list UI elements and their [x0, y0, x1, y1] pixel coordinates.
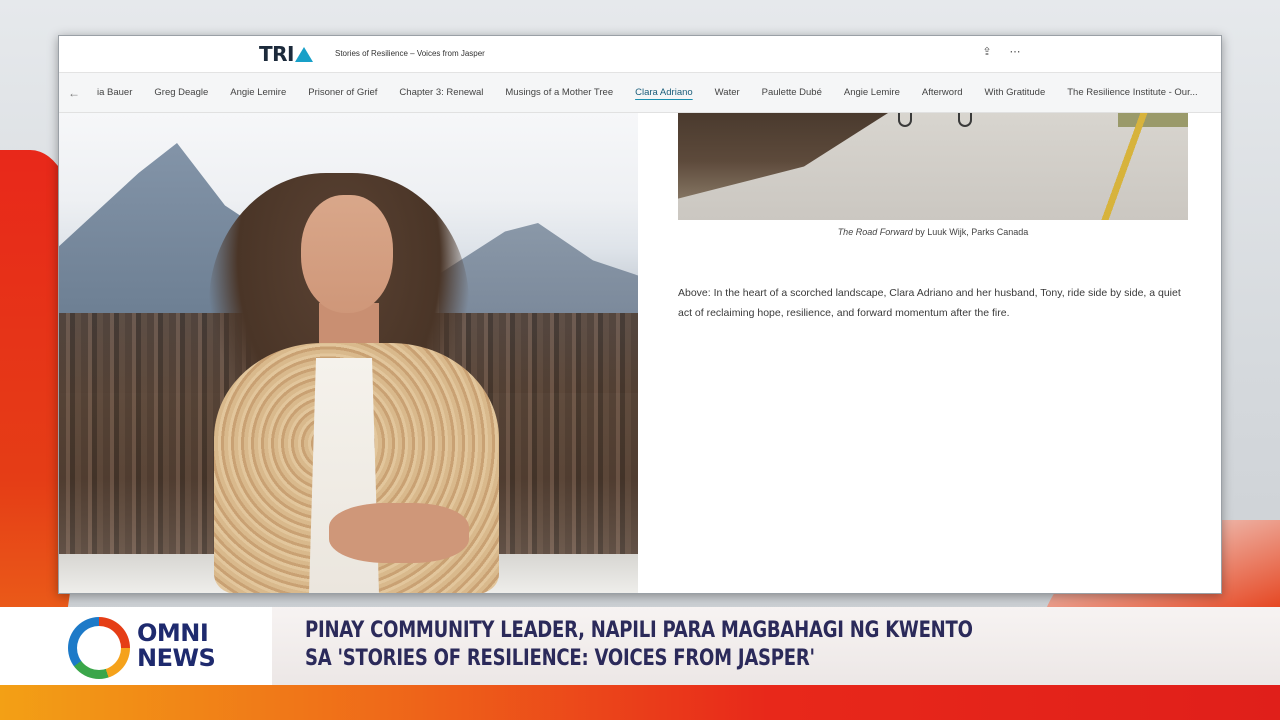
chapter-nav-item[interactable]: Water	[704, 73, 751, 112]
cyclist-wheel	[898, 113, 912, 127]
chapter-nav-item[interactable]: Clara Adriano	[624, 73, 704, 112]
caption-title: The Road Forward	[837, 227, 913, 237]
chapter-nav-item[interactable]: Greg Deagle	[143, 73, 219, 112]
chapter-nav-item[interactable]: Prisoner of Grief	[297, 73, 388, 112]
chapter-nav-items: ia Bauer Greg Deagle Angie Lemire Prisoner …	[89, 73, 1209, 112]
road-center-line	[1028, 113, 1188, 220]
chapter-nav-item[interactable]: ia Bauer	[89, 73, 143, 112]
caption-credit: by Luuk Wijk, Parks Canada	[912, 227, 1029, 237]
portrait-photo	[59, 113, 638, 593]
headline-line1: PINAY COMMUNITY LEADER, NAPILI PARA MAGB…	[305, 618, 973, 643]
chapter-nav-item[interactable]: Afterword	[911, 73, 974, 112]
logo-text: TRI	[259, 42, 294, 66]
headline-line2: SA 'STORIES OF RESILIENCE: VOICES FROM J…	[305, 646, 815, 671]
chapter-nav-item[interactable]: Chapter 3: Renewal	[388, 73, 494, 112]
broadcast-bottom-strip	[0, 685, 1280, 720]
road-photo	[678, 113, 1188, 220]
headline-box: PINAY COMMUNITY LEADER, NAPILI PARA MAGB…	[272, 607, 1280, 685]
chapter-nav-item[interactable]: Angie Lemire	[833, 73, 911, 112]
omni-ring-icon	[68, 617, 130, 679]
share-icon[interactable]: ⇪	[981, 45, 993, 58]
cyclist-wheel	[958, 113, 972, 127]
brand-line2: NEWS	[137, 644, 216, 672]
road-burned-trees	[678, 113, 888, 199]
chapter-nav-item[interactable]: Angie Lemire	[219, 73, 297, 112]
chapter-nav-item[interactable]: The Resilience Institute - Our...	[1056, 73, 1208, 112]
article-content: The Road Forward by Luuk Wijk, Parks Can…	[59, 113, 1221, 593]
article-right-column: The Road Forward by Luuk Wijk, Parks Can…	[678, 113, 1188, 593]
logo-triangle-icon	[294, 46, 313, 62]
chapter-nav-item[interactable]: Paulette Dubé	[751, 73, 833, 112]
brand-line1: OMNI	[137, 619, 209, 647]
omni-news-wordmark: OMNI NEWS	[137, 619, 216, 672]
photo-hands	[329, 503, 469, 563]
chevron-left-icon[interactable]: ←	[59, 86, 89, 100]
photo-face	[301, 195, 393, 313]
browser-window: TRI Stories of Resilience – Voices from …	[58, 35, 1222, 594]
chapter-nav: ← ia Bauer Greg Deagle Angie Lemire Prisone…	[59, 73, 1221, 113]
chapter-nav-item[interactable]: Musings of a Mother Tree	[494, 73, 624, 112]
photo-caption: The Road Forward by Luuk Wijk, Parks Can…	[678, 227, 1188, 237]
chapter-nav-item[interactable]: With Gratitude	[974, 73, 1057, 112]
road-cyclists	[898, 113, 978, 127]
news-lower-third: OMNI NEWS PINAY COMMUNITY LEADER, NAPILI…	[0, 607, 1280, 685]
omni-news-logo: OMNI NEWS	[0, 607, 272, 685]
site-title: Stories of Resilience – Voices from Jasp…	[335, 49, 485, 58]
more-icon[interactable]: ⋯	[1009, 45, 1021, 58]
site-header: TRI Stories of Resilience – Voices from …	[59, 36, 1221, 73]
header-actions: ⇪ ⋯	[981, 45, 1021, 58]
photo-person	[209, 173, 509, 593]
article-body: Above: In the heart of a scorched landsc…	[678, 287, 1181, 319]
site-logo[interactable]: TRI	[259, 42, 313, 66]
